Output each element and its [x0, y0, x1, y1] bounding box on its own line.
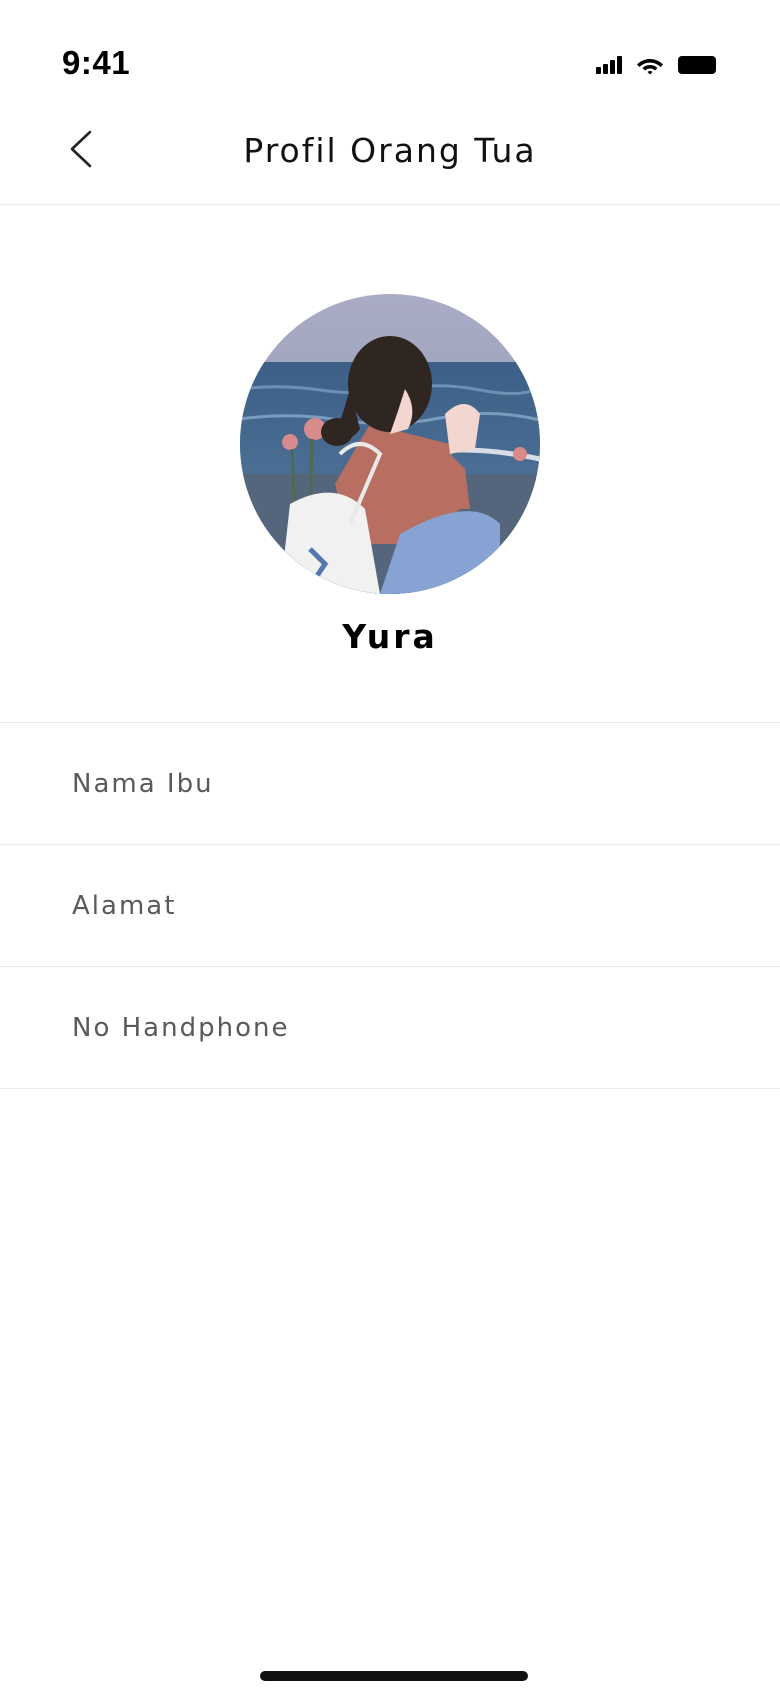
- status-icons: [596, 50, 718, 80]
- page-title: Profil Orang Tua: [243, 131, 537, 170]
- profile-name: Yura: [342, 617, 438, 656]
- info-row-address[interactable]: Alamat: [0, 845, 780, 967]
- header: Profil Orang Tua: [0, 110, 780, 205]
- info-label: Alamat: [72, 890, 177, 921]
- battery-icon: [678, 55, 718, 75]
- status-time: 9:41: [62, 44, 131, 81]
- info-row-mother-name[interactable]: Nama Ibu: [0, 723, 780, 845]
- wifi-icon: [636, 55, 664, 75]
- info-label: No Handphone: [72, 1012, 290, 1043]
- profile-section: Yura: [0, 205, 780, 723]
- home-indicator[interactable]: [260, 1671, 528, 1681]
- info-row-phone[interactable]: No Handphone: [0, 967, 780, 1089]
- avatar: [240, 294, 540, 594]
- status-bar: 9:41: [0, 0, 780, 110]
- parent-profile-screen: 9:41 Profil Orang Tua Yura Nama Ibu Alam…: [0, 0, 780, 1688]
- cellular-signal-icon: [596, 56, 622, 74]
- parent-info-list: Nama Ibu Alamat No Handphone: [0, 723, 780, 1089]
- info-label: Nama Ibu: [72, 768, 214, 799]
